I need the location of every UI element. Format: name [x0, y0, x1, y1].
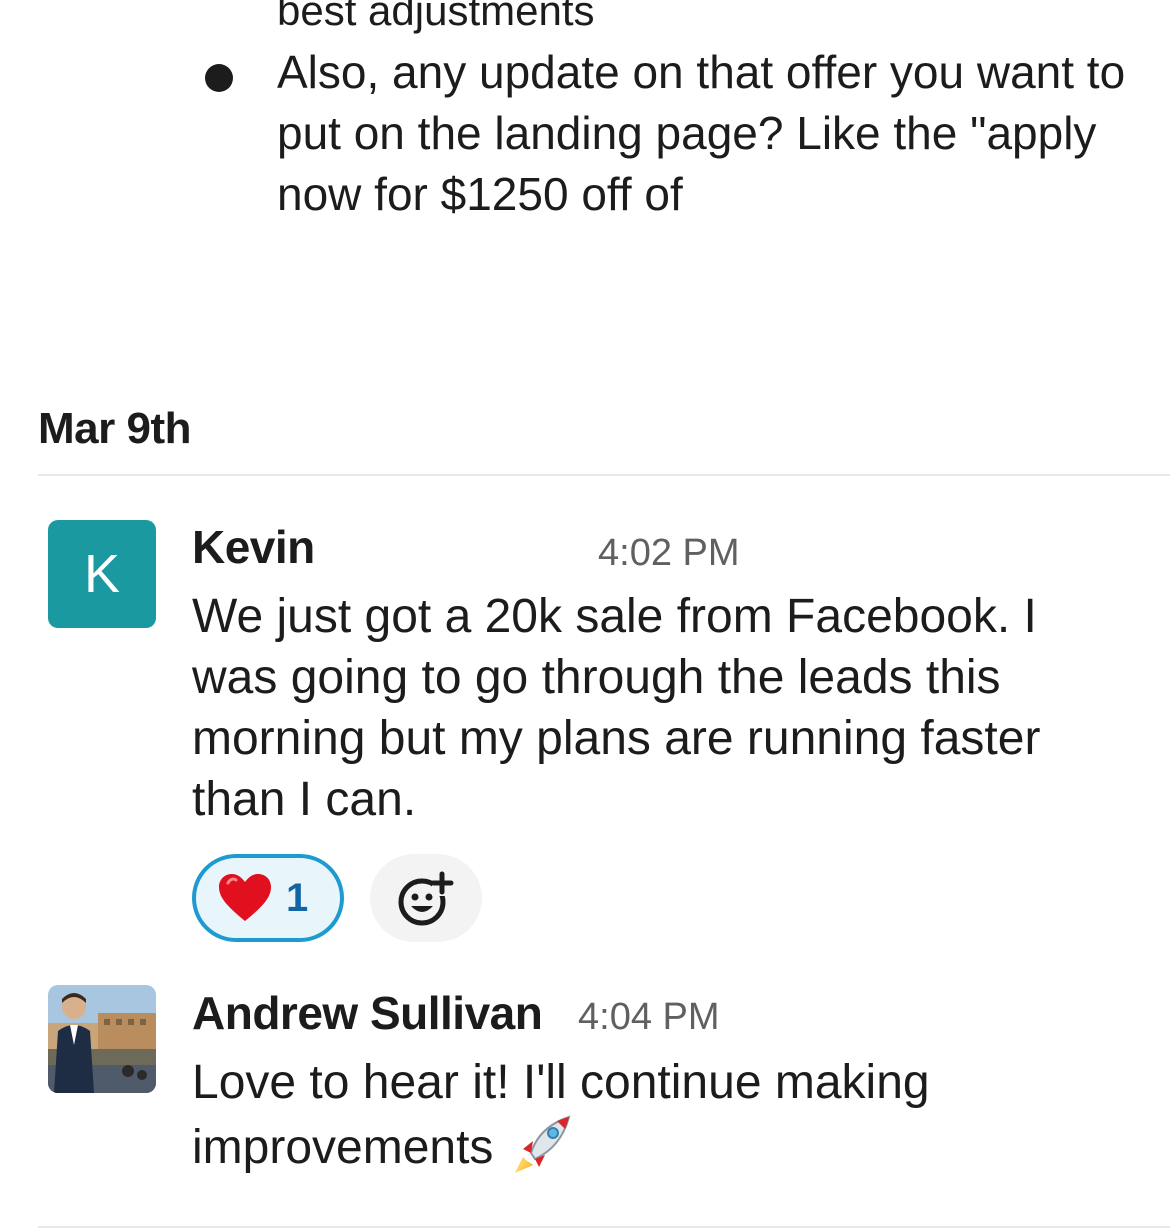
previous-message-partial-line: best adjustments — [277, 0, 595, 34]
bullet-point — [205, 64, 233, 92]
message-timestamp[interactable]: 4:04 PM — [578, 996, 720, 1039]
date-divider-label[interactable]: Mar 9th — [38, 404, 191, 454]
reaction-heart-button[interactable]: 1 — [192, 854, 344, 942]
avatar-andrew-sullivan[interactable] — [48, 985, 156, 1093]
previous-message-bullet-text: Also, any update on that offer you want … — [277, 46, 1126, 220]
sender-name-andrew-sullivan[interactable]: Andrew Sullivan — [192, 986, 543, 1040]
scroll-clip — [0, 228, 1170, 268]
add-emoji-icon — [398, 871, 454, 926]
message-text-kevin: We just got a 20k sale from Facebook. I … — [192, 590, 1041, 826]
avatar-kevin[interactable]: K — [48, 520, 156, 628]
reaction-count: 1 — [286, 875, 309, 920]
add-reaction-button[interactable] — [370, 854, 482, 942]
date-divider-line — [38, 474, 1170, 476]
bottom-divider — [38, 1226, 1170, 1228]
message-pane: best adjustments Also, any update on tha… — [0, 0, 1170, 1230]
heart-emoji-icon — [219, 874, 271, 921]
sender-name-kevin[interactable]: Kevin — [192, 520, 315, 574]
message-text-andrew: Love to hear it! I'll continue making im… — [192, 1052, 992, 1178]
avatar-initial: K — [83, 544, 121, 604]
rocket-emoji-icon — [514, 1115, 571, 1173]
message-timestamp[interactable]: 4:02 PM — [598, 532, 740, 575]
profile-photo — [48, 985, 156, 1093]
